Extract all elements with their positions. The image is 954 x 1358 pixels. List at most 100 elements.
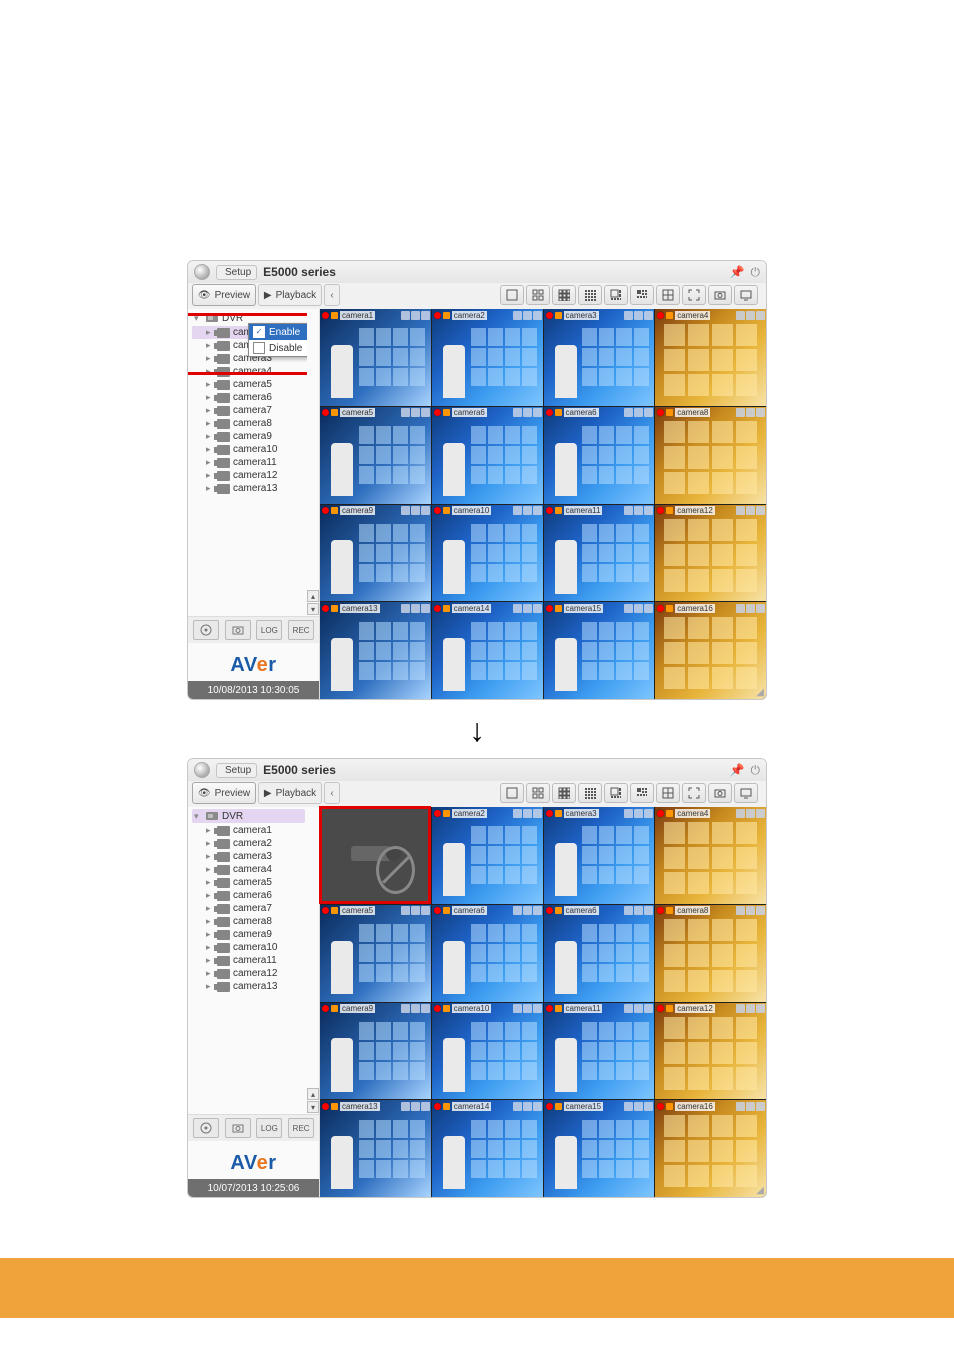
- audio-icon[interactable]: [513, 1102, 522, 1111]
- audio-icon[interactable]: [401, 311, 410, 320]
- video-cell[interactable]: camera11: [544, 1003, 655, 1100]
- tree-item-camera13[interactable]: ▸camera13: [192, 482, 305, 495]
- tree-item-camera12[interactable]: ▸camera12: [192, 469, 305, 482]
- audio-icon[interactable]: [401, 906, 410, 915]
- video-cell[interactable]: camera13: [320, 602, 431, 699]
- scroll-down-icon[interactable]: ▾: [307, 1101, 319, 1113]
- expand-cell-icon[interactable]: [421, 604, 430, 613]
- window-button[interactable]: [194, 762, 210, 778]
- video-cell[interactable]: camera4: [655, 309, 766, 406]
- video-cell[interactable]: camera8: [655, 407, 766, 504]
- expand-cell-icon[interactable]: [644, 809, 653, 818]
- tree-item-camera1[interactable]: ▸camera1: [192, 824, 305, 837]
- video-cell[interactable]: camera3: [544, 309, 655, 406]
- audio-icon[interactable]: [401, 408, 410, 417]
- video-cell[interactable]: camera5: [320, 407, 431, 504]
- rec-button[interactable]: REC: [288, 620, 314, 640]
- talk-icon[interactable]: [634, 1102, 643, 1111]
- single-view-icon[interactable]: [500, 285, 524, 305]
- collapse-sidebar-button[interactable]: ‹: [324, 284, 340, 306]
- pin-icon[interactable]: 📌: [730, 763, 745, 777]
- video-cell[interactable]: camera12: [655, 1003, 766, 1100]
- talk-icon[interactable]: [746, 906, 755, 915]
- audio-icon[interactable]: [624, 408, 633, 417]
- expand-icon[interactable]: ▸: [206, 863, 214, 876]
- video-cell[interactable]: camera6: [432, 905, 543, 1002]
- tree-dvr-root[interactable]: ▾ DVR: [192, 809, 305, 823]
- tree-item-camera8[interactable]: ▸camera8: [192, 915, 305, 928]
- log-button[interactable]: LOG: [256, 1118, 282, 1138]
- video-cell[interactable]: camera9: [320, 505, 431, 602]
- scroll-down-icon[interactable]: ▾: [307, 603, 319, 615]
- tree-item-camera10[interactable]: ▸camera10: [192, 941, 305, 954]
- talk-icon[interactable]: [746, 1004, 755, 1013]
- grid-3x3-icon[interactable]: [552, 285, 576, 305]
- expand-cell-icon[interactable]: [533, 506, 542, 515]
- audio-icon[interactable]: [624, 906, 633, 915]
- setup-button[interactable]: Setup: [216, 763, 257, 778]
- expand-cell-icon[interactable]: [421, 1102, 430, 1111]
- audio-icon[interactable]: [736, 408, 745, 417]
- fullscreen-icon[interactable]: [682, 783, 706, 803]
- video-cell[interactable]: camera2: [432, 807, 543, 904]
- expand-icon[interactable]: ▾: [194, 313, 202, 324]
- expand-cell-icon[interactable]: [421, 1004, 430, 1013]
- talk-icon[interactable]: [523, 906, 532, 915]
- video-cell[interactable]: camera2: [432, 309, 543, 406]
- talk-icon[interactable]: [746, 809, 755, 818]
- audio-icon[interactable]: [401, 1102, 410, 1111]
- rec-button[interactable]: REC: [288, 1118, 314, 1138]
- expand-icon[interactable]: ▸: [206, 967, 214, 980]
- tree-item-camera12[interactable]: ▸camera12: [192, 967, 305, 980]
- layout-c-icon[interactable]: [656, 783, 680, 803]
- ptz-icon[interactable]: [193, 620, 219, 640]
- audio-icon[interactable]: [401, 1004, 410, 1013]
- expand-icon[interactable]: ▸: [206, 837, 214, 850]
- tree-item-camera13[interactable]: ▸camera13: [192, 980, 305, 993]
- audio-icon[interactable]: [513, 408, 522, 417]
- tab-playback[interactable]: ▶ Playback: [258, 284, 322, 306]
- talk-icon[interactable]: [411, 1004, 420, 1013]
- tab-preview[interactable]: 👁 Preview: [192, 284, 256, 306]
- video-cell[interactable]: camera10: [432, 505, 543, 602]
- expand-cell-icon[interactable]: [533, 604, 542, 613]
- expand-icon[interactable]: ▸: [206, 339, 214, 352]
- video-cell[interactable]: camera6: [544, 407, 655, 504]
- audio-icon[interactable]: [736, 311, 745, 320]
- context-enable[interactable]: ✓ Enable: [249, 324, 307, 340]
- expand-icon[interactable]: ▸: [206, 850, 214, 863]
- expand-cell-icon[interactable]: [533, 311, 542, 320]
- tree-item-camera9[interactable]: ▸camera9: [192, 928, 305, 941]
- video-cell[interactable]: camera16: [655, 602, 766, 699]
- talk-icon[interactable]: [523, 408, 532, 417]
- talk-icon[interactable]: [746, 1102, 755, 1111]
- expand-icon[interactable]: ▸: [206, 456, 214, 469]
- resize-grip-icon[interactable]: ◢: [756, 1185, 764, 1196]
- grid-3x3-icon[interactable]: [552, 783, 576, 803]
- expand-cell-icon[interactable]: [533, 408, 542, 417]
- talk-icon[interactable]: [411, 604, 420, 613]
- video-cell[interactable]: camera14: [432, 1100, 543, 1197]
- expand-cell-icon[interactable]: [756, 311, 765, 320]
- expand-cell-icon[interactable]: [421, 906, 430, 915]
- audio-icon[interactable]: [736, 604, 745, 613]
- audio-icon[interactable]: [736, 906, 745, 915]
- talk-icon[interactable]: [634, 906, 643, 915]
- tree-item-camera5[interactable]: ▸camera5: [192, 876, 305, 889]
- tree-item-camera11[interactable]: ▸camera11: [192, 456, 305, 469]
- audio-icon[interactable]: [736, 1004, 745, 1013]
- expand-icon[interactable]: ▸: [206, 954, 214, 967]
- talk-icon[interactable]: [411, 1102, 420, 1111]
- collapse-sidebar-button[interactable]: ‹: [324, 782, 340, 804]
- talk-icon[interactable]: [634, 604, 643, 613]
- tree-item-camera2[interactable]: ▸camera2: [192, 837, 305, 850]
- tree-item-camera8[interactable]: ▸camera8: [192, 417, 305, 430]
- expand-icon[interactable]: ▸: [206, 902, 214, 915]
- tree-item-camera9[interactable]: ▸camera9: [192, 430, 305, 443]
- expand-icon[interactable]: ▸: [206, 915, 214, 928]
- talk-icon[interactable]: [634, 311, 643, 320]
- log-button[interactable]: LOG: [256, 620, 282, 640]
- tree-item-camera4[interactable]: ▸camera4: [192, 863, 305, 876]
- layout-a-icon[interactable]: [604, 285, 628, 305]
- expand-icon[interactable]: ▸: [206, 469, 214, 482]
